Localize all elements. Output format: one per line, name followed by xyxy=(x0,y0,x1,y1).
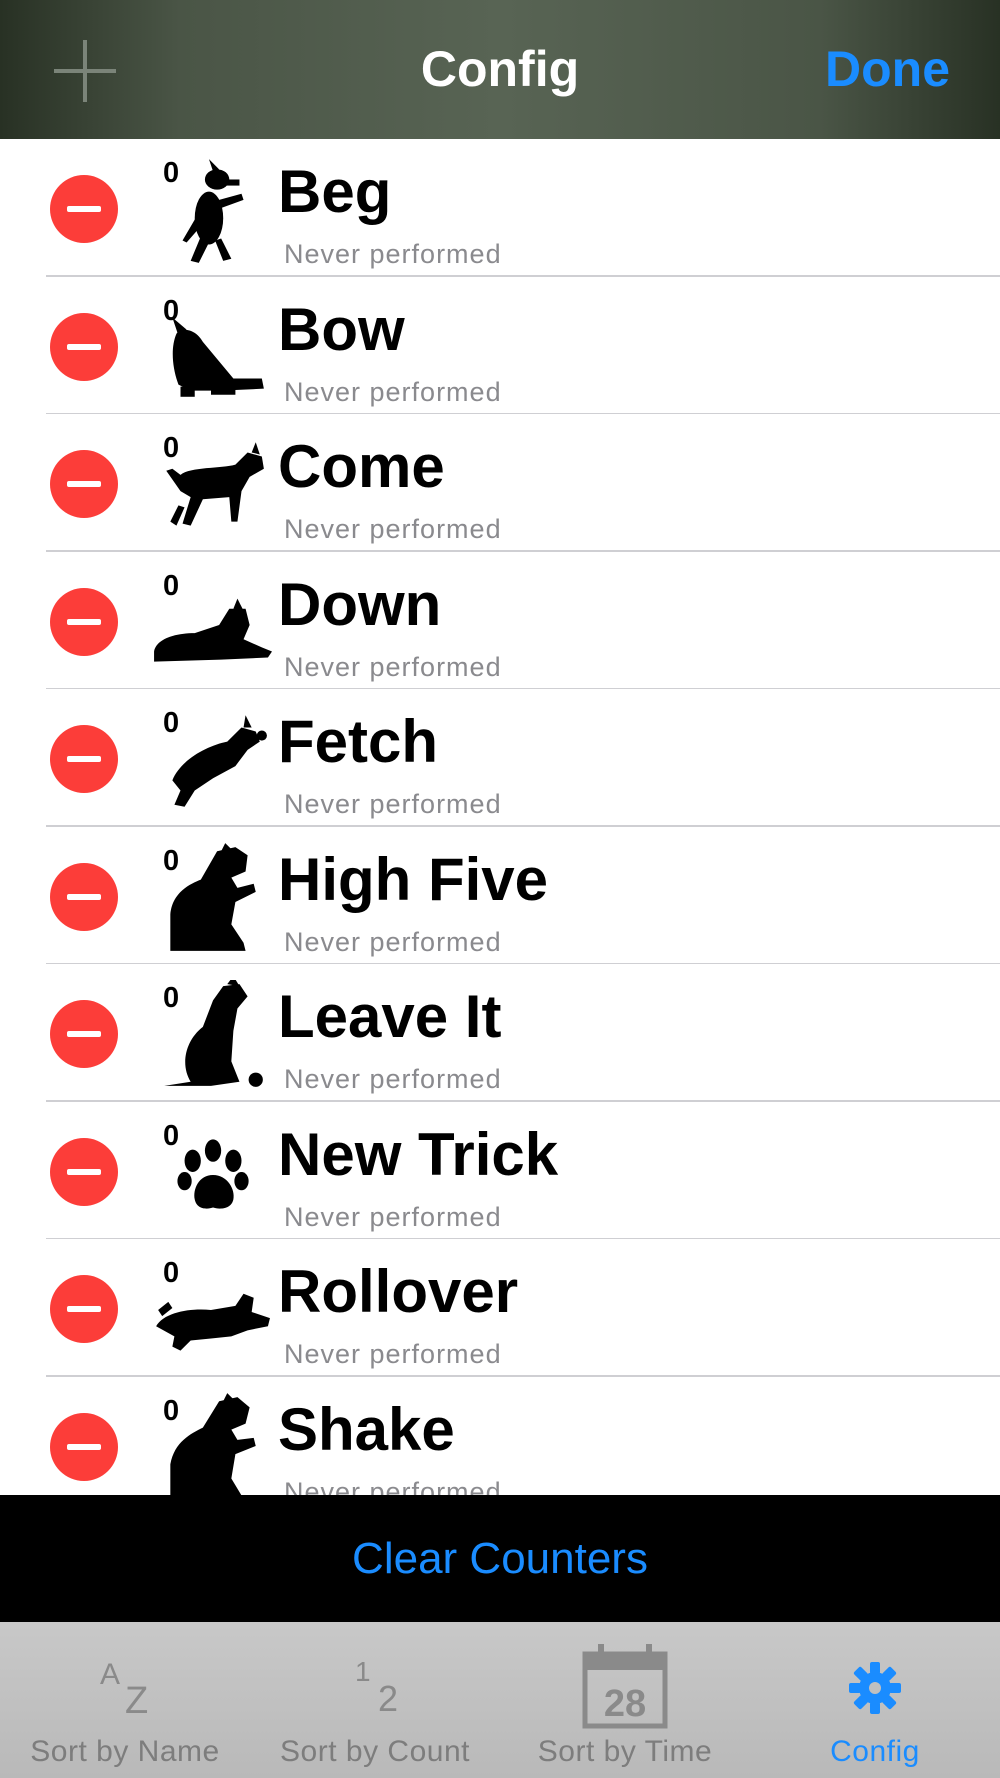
trick-name: Leave It xyxy=(278,983,502,1050)
trick-status: Never performed xyxy=(284,239,502,269)
trick-status: Never performed xyxy=(284,376,502,407)
trick-name: Down xyxy=(278,570,442,638)
trick-status: Never performed xyxy=(284,1064,502,1094)
trick-status: Never performed xyxy=(284,1201,502,1232)
trick-name: New Trick xyxy=(278,1120,559,1188)
delete-icon[interactable] xyxy=(50,175,118,243)
trick-name: Beg xyxy=(278,158,392,225)
trick-name: Fetch xyxy=(278,708,439,775)
clear-counters-button[interactable]: Clear Counters xyxy=(352,1495,648,1622)
list-item[interactable]: 0 Beg Never performed xyxy=(0,139,1000,277)
trick-count: 0 xyxy=(163,1257,180,1289)
list-item[interactable]: 0 Shake Never performed xyxy=(0,1377,1000,1496)
trick-count: 0 xyxy=(163,432,180,464)
trick-status: Never performed xyxy=(284,651,502,682)
add-trick-button[interactable] xyxy=(50,36,120,106)
trick-count: 0 xyxy=(163,844,180,877)
trick-status: Never performed xyxy=(284,514,502,544)
delete-icon[interactable] xyxy=(50,312,118,381)
trick-status: Never performed xyxy=(284,1476,502,1496)
done-button[interactable]: Done xyxy=(825,0,950,139)
delete-icon[interactable] xyxy=(50,1137,118,1206)
list-item[interactable]: 0 Bow Never performed xyxy=(0,277,1000,415)
trick-status: Never performed xyxy=(284,926,502,957)
tab-label: Sort by Time xyxy=(537,1735,713,1768)
delete-icon[interactable] xyxy=(50,450,118,518)
navigation-bar: Config Done xyxy=(0,0,1000,139)
trick-status: Never performed xyxy=(284,1339,502,1369)
list-item[interactable]: 0 New Trick Never performed xyxy=(0,1102,1000,1240)
tab-sort-by-time[interactable]: 28 Sort by Time xyxy=(500,1622,750,1778)
trick-count: 0 xyxy=(163,982,180,1014)
clear-counters-bar: Clear Counters xyxy=(0,1495,1000,1622)
delete-icon[interactable] xyxy=(50,725,118,793)
gear-icon xyxy=(750,1642,1000,1732)
delete-icon[interactable] xyxy=(50,862,118,931)
calendar-icon: 28 xyxy=(500,1642,750,1732)
trick-count: 0 xyxy=(163,569,180,602)
tab-label: Sort by Count xyxy=(280,1735,470,1768)
trick-name: Rollover xyxy=(278,1258,519,1325)
list-item[interactable]: 0 High Five Never performed xyxy=(0,827,1000,965)
delete-icon[interactable] xyxy=(50,587,118,656)
trick-name: High Five xyxy=(278,845,549,913)
tab-label: Sort by Name xyxy=(30,1735,220,1768)
tab-sort-by-count[interactable]: 1 2 Sort by Count xyxy=(250,1622,500,1778)
list-item[interactable]: 0 Fetch Never performed xyxy=(0,689,1000,827)
trick-count: 0 xyxy=(163,157,180,189)
trick-count: 0 xyxy=(163,294,180,327)
trick-count: 0 xyxy=(163,1394,180,1427)
trick-name: Shake xyxy=(278,1395,455,1463)
numeric-sort-icon: 1 2 xyxy=(355,1656,399,1719)
trick-name: Come xyxy=(278,433,445,500)
trick-status: Never performed xyxy=(284,789,502,819)
trick-count: 0 xyxy=(163,707,180,739)
tab-bar: A Z Sort by Name 1 2 Sort by Count 28 So… xyxy=(0,1622,1000,1778)
tab-sort-by-name[interactable]: A Z Sort by Name xyxy=(0,1622,250,1778)
trick-count: 0 xyxy=(163,1119,180,1152)
delete-icon[interactable] xyxy=(50,1000,118,1068)
delete-icon[interactable] xyxy=(50,1275,118,1343)
list-item[interactable]: 0 Rollover Never performed xyxy=(0,1239,1000,1377)
tricks-list[interactable]: 0 Beg Never performed 0 Bow Never perfor… xyxy=(0,139,1000,1495)
alphabetical-sort-icon: A Z xyxy=(100,1658,149,1722)
trick-name: Bow xyxy=(278,295,405,363)
list-item[interactable]: 0 Leave It Never performed xyxy=(0,964,1000,1102)
tab-config[interactable]: Config xyxy=(750,1622,1000,1778)
tab-label: Config xyxy=(830,1735,920,1768)
list-item[interactable]: 0 Come Never performed xyxy=(0,414,1000,552)
calendar-day: 28 xyxy=(604,1683,646,1725)
list-item[interactable]: 0 Down Never performed xyxy=(0,552,1000,690)
delete-icon[interactable] xyxy=(50,1412,118,1481)
